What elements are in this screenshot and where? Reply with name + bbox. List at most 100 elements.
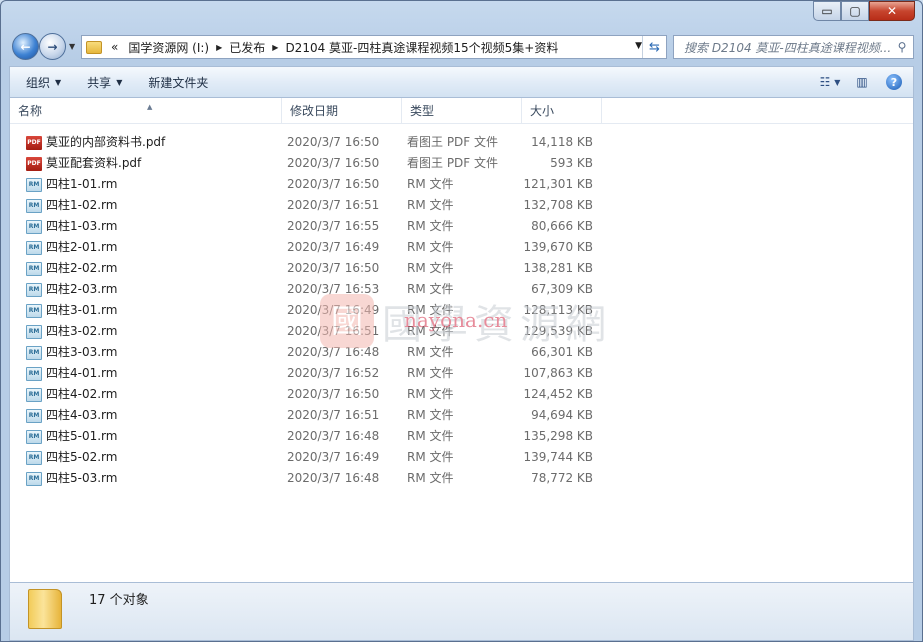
rm-file-icon: RM xyxy=(26,261,42,276)
file-name-cell[interactable]: RM 四柱2-02.rm xyxy=(26,258,117,279)
maximize-button[interactable]: ▢ xyxy=(841,1,869,21)
file-name: 四柱4-01.rm xyxy=(46,366,118,380)
file-type: RM 文件 xyxy=(407,198,454,212)
pdf-file-icon: PDF xyxy=(26,156,42,171)
file-row[interactable]: RM 四柱3-03.rm 2020/3/7 16:48 RM 文件 66,301 KB xyxy=(10,342,913,363)
folder-icon xyxy=(86,40,102,54)
file-row[interactable]: RM 四柱2-02.rm 2020/3/7 16:50 RM 文件 138,281 KB xyxy=(10,258,913,279)
column-type-label: 类型 xyxy=(410,104,435,118)
column-size-label: 大小 xyxy=(530,104,555,118)
address-bar[interactable]: « 国学资源网 (I:) ▶ 已发布 ▶ D2104 莫亚-四柱真途课程视频15… xyxy=(81,35,667,59)
breadcrumb-overflow[interactable]: « xyxy=(106,36,123,58)
file-name-cell[interactable]: RM 四柱2-01.rm xyxy=(26,237,117,258)
file-name-cell[interactable]: RM 四柱1-03.rm xyxy=(26,216,117,237)
file-name-cell[interactable]: RM 四柱5-02.rm xyxy=(26,447,117,468)
file-date: 2020/3/7 16:48 xyxy=(287,471,380,485)
file-row[interactable]: RM 四柱1-03.rm 2020/3/7 16:55 RM 文件 80,666 KB xyxy=(10,216,913,237)
file-name: 四柱3-03.rm xyxy=(46,345,118,359)
chevron-down-icon: ▼ xyxy=(55,77,62,87)
file-row[interactable]: RM 四柱2-01.rm 2020/3/7 16:49 RM 文件 139,670 KB xyxy=(10,237,913,258)
column-header-date[interactable]: 修改日期 xyxy=(282,98,402,124)
file-row[interactable]: RM 四柱1-02.rm 2020/3/7 16:51 RM 文件 132,708 KB xyxy=(10,195,913,216)
breadcrumb-separator-icon[interactable]: ▶ xyxy=(270,43,280,52)
caption-buttons: ▭ ▢ ✕ xyxy=(813,1,915,21)
preview-pane-button[interactable]: ▥ xyxy=(849,70,875,94)
file-row[interactable]: RM 四柱3-01.rm 2020/3/7 16:49 RM 文件 128,113 KB xyxy=(10,300,913,321)
file-name: 四柱1-01.rm xyxy=(46,177,118,191)
file-row[interactable]: RM 四柱1-01.rm 2020/3/7 16:50 RM 文件 121,301 KB xyxy=(10,174,913,195)
breadcrumb-published[interactable]: 已发布 xyxy=(224,36,270,58)
file-name: 四柱5-03.rm xyxy=(46,471,118,485)
file-size: 121,301 KB xyxy=(523,177,593,191)
file-name-cell[interactable]: RM 四柱4-02.rm xyxy=(26,384,117,405)
rm-file-icon: RM xyxy=(26,366,42,381)
file-name-cell[interactable]: PDF 莫亚配套资料.pdf xyxy=(26,153,141,174)
rm-file-icon: RM xyxy=(26,219,42,234)
file-name-cell[interactable]: PDF 莫亚的内部资料书.pdf xyxy=(26,132,165,153)
file-name-cell[interactable]: RM 四柱4-01.rm xyxy=(26,363,117,384)
file-row[interactable]: RM 四柱2-03.rm 2020/3/7 16:53 RM 文件 67,309 KB xyxy=(10,279,913,300)
organize-button[interactable]: 组织 ▼ xyxy=(16,74,71,91)
search-input[interactable]: 搜索 D2104 莫亚-四柱真途课程视频... xyxy=(684,39,891,56)
file-date: 2020/3/7 16:50 xyxy=(287,261,380,275)
rm-file-icon: RM xyxy=(26,450,42,465)
file-name-cell[interactable]: RM 四柱5-01.rm xyxy=(26,426,117,447)
share-button[interactable]: 共享 ▼ xyxy=(77,74,132,91)
file-name-cell[interactable]: RM 四柱3-02.rm xyxy=(26,321,117,342)
file-row[interactable]: RM 四柱4-01.rm 2020/3/7 16:52 RM 文件 107,863 KB xyxy=(10,363,913,384)
file-size: 135,298 KB xyxy=(523,429,593,443)
back-button[interactable]: ← xyxy=(12,33,39,60)
search-box[interactable]: 搜索 D2104 莫亚-四柱真途课程视频... ⚲ xyxy=(673,35,914,59)
file-date: 2020/3/7 16:48 xyxy=(287,345,380,359)
file-row[interactable]: RM 四柱4-03.rm 2020/3/7 16:51 RM 文件 94,694 KB xyxy=(10,405,913,426)
file-row[interactable]: RM 四柱5-03.rm 2020/3/7 16:48 RM 文件 78,772 KB xyxy=(10,468,913,489)
column-header-size[interactable]: 大小 xyxy=(522,98,602,124)
file-date: 2020/3/7 16:49 xyxy=(287,303,380,317)
file-type: RM 文件 xyxy=(407,177,454,191)
change-view-button[interactable]: ☷ ▼ xyxy=(817,70,843,94)
breadcrumb-current-label: D2104 莫亚-四柱真途课程视频15个视频5集+资料 xyxy=(285,40,559,55)
file-name-cell[interactable]: RM 四柱5-03.rm xyxy=(26,468,117,489)
refresh-button[interactable]: ⇆ xyxy=(642,36,666,58)
breadcrumb-current-folder[interactable]: D2104 莫亚-四柱真途课程视频15个视频5集+资料 xyxy=(280,36,563,58)
address-history-dropdown-icon[interactable]: ▼ xyxy=(635,41,642,51)
command-bar: 组织 ▼ 共享 ▼ 新建文件夹 ☷ ▼ ▥ ? xyxy=(9,66,914,98)
close-button[interactable]: ✕ xyxy=(869,1,915,21)
file-row[interactable]: RM 四柱3-02.rm 2020/3/7 16:51 RM 文件 129,539 KB xyxy=(10,321,913,342)
file-name-cell[interactable]: RM 四柱1-02.rm xyxy=(26,195,117,216)
column-name-label: 名称 xyxy=(18,104,43,118)
recent-pages-dropdown[interactable]: ▼ xyxy=(69,42,75,51)
file-name-cell[interactable]: RM 四柱3-01.rm xyxy=(26,300,117,321)
file-rows: PDF 莫亚的内部资料书.pdf 2020/3/7 16:50 看图王 PDF 文件 1… xyxy=(10,132,913,489)
file-type: RM 文件 xyxy=(407,219,454,233)
file-name-cell[interactable]: RM 四柱1-01.rm xyxy=(26,174,117,195)
file-size: 107,863 KB xyxy=(523,366,593,380)
file-type: RM 文件 xyxy=(407,408,454,422)
view-details-icon: ☷ xyxy=(819,75,831,89)
file-date: 2020/3/7 16:51 xyxy=(287,198,380,212)
file-row[interactable]: RM 四柱5-01.rm 2020/3/7 16:48 RM 文件 135,298 KB xyxy=(10,426,913,447)
file-size: 14,118 KB xyxy=(531,135,593,149)
file-list-pane: 名称 ▲ 修改日期 类型 大小 PDF 莫亚的内部资料书.pdf 2020/3/7 … xyxy=(9,98,914,582)
file-name-cell[interactable]: RM 四柱2-03.rm xyxy=(26,279,117,300)
file-name-cell[interactable]: RM 四柱3-03.rm xyxy=(26,342,117,363)
new-folder-button[interactable]: 新建文件夹 xyxy=(138,74,218,91)
search-icon[interactable]: ⚲ xyxy=(891,40,913,54)
file-row[interactable]: RM 四柱4-02.rm 2020/3/7 16:50 RM 文件 124,452 KB xyxy=(10,384,913,405)
breadcrumb-separator-icon[interactable]: ▶ xyxy=(214,43,224,52)
breadcrumb-drive[interactable]: 国学资源网 (I:) xyxy=(123,36,214,58)
file-row[interactable]: PDF 莫亚配套资料.pdf 2020/3/7 16:50 看图王 PDF 文件 593… xyxy=(10,153,913,174)
rm-file-icon: RM xyxy=(26,282,42,297)
help-button[interactable]: ? xyxy=(881,70,907,94)
minimize-button[interactable]: ▭ xyxy=(813,1,841,21)
file-size: 129,539 KB xyxy=(523,324,593,338)
column-header-type[interactable]: 类型 xyxy=(402,98,522,124)
file-name: 四柱4-03.rm xyxy=(46,408,118,422)
column-header-name[interactable]: 名称 ▲ xyxy=(10,98,282,124)
file-name-cell[interactable]: RM 四柱4-03.rm xyxy=(26,405,117,426)
forward-button[interactable]: → xyxy=(39,33,66,60)
file-name: 四柱4-02.rm xyxy=(46,387,118,401)
file-row[interactable]: PDF 莫亚的内部资料书.pdf 2020/3/7 16:50 看图王 PDF 文件 1… xyxy=(10,132,913,153)
new-folder-label: 新建文件夹 xyxy=(148,75,209,90)
file-row[interactable]: RM 四柱5-02.rm 2020/3/7 16:49 RM 文件 139,744 KB xyxy=(10,447,913,468)
